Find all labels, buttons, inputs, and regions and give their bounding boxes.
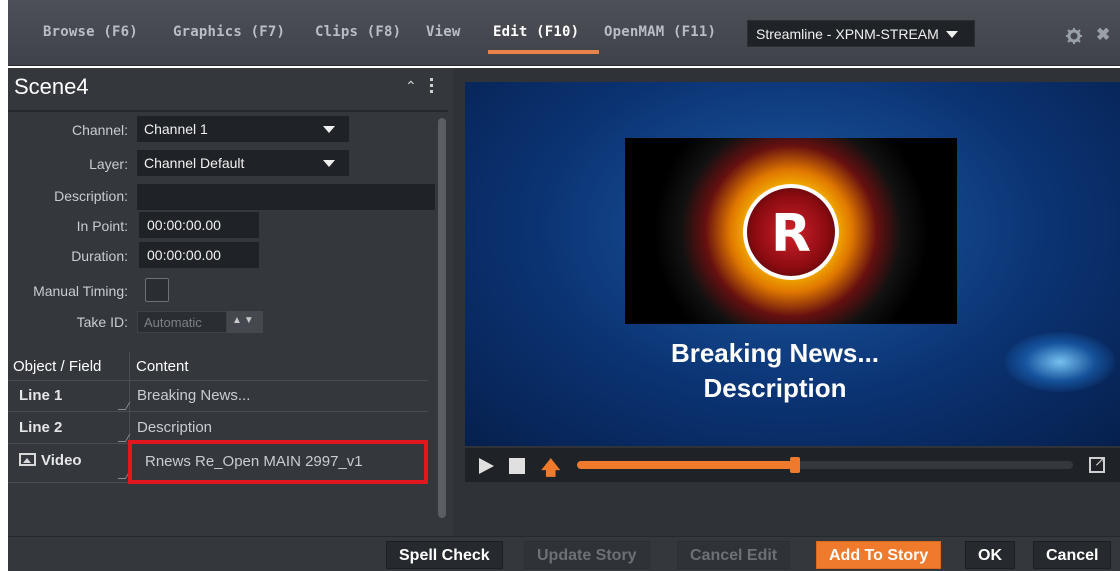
column-header-object-field: Object / Field (13, 358, 102, 375)
preview-transport-bar: 🡅 (465, 448, 1120, 482)
streamline-select[interactable]: Streamline - XPNM-STREAM (747, 20, 975, 47)
gear-icon[interactable] (1066, 28, 1082, 44)
chevron-down-icon (946, 31, 958, 38)
take-id-label: Take ID: (76, 314, 128, 330)
scene-title: Scene4 (14, 74, 89, 99)
channel-select-value: Channel 1 (144, 121, 208, 137)
kebab-menu-icon[interactable] (430, 78, 434, 94)
logo-letter: R (770, 204, 812, 264)
layer-select-value: Channel Default (144, 155, 245, 171)
tab-openmam[interactable]: OpenMAM (F11) (604, 24, 716, 40)
row-content-line2[interactable]: Description (137, 419, 212, 436)
description-label: Description: (54, 188, 128, 204)
tab-view[interactable]: View (426, 24, 461, 40)
row-divider (8, 411, 428, 412)
column-header-content: Content (136, 358, 189, 375)
row-content-line1[interactable]: Breaking News... (137, 387, 250, 404)
row-field-line1: Line 1 (19, 387, 63, 404)
active-tab-indicator (488, 50, 599, 54)
tab-edit[interactable]: Edit (F10) (493, 24, 579, 40)
duration-value: 00:00:00.00 (147, 247, 221, 263)
manual-timing-label: Manual Timing: (33, 283, 128, 299)
divider (8, 110, 448, 112)
timeline-scrubber[interactable] (790, 457, 801, 473)
duration-label: Duration: (71, 248, 128, 264)
timeline-track[interactable] (577, 457, 1073, 473)
row-field-line2: Line 2 (19, 419, 63, 436)
manual-timing-checkbox[interactable] (145, 278, 169, 302)
in-point-value: 00:00:00.00 (147, 217, 221, 233)
channel-label: Channel: (71, 122, 128, 138)
cancel-edit-button[interactable]: Cancel Edit (677, 541, 791, 569)
preview-image: R (625, 138, 957, 324)
cancel-button[interactable]: Cancel (1033, 541, 1112, 569)
chevron-down-icon (323, 160, 335, 167)
tab-graphics[interactable]: Graphics (F7) (173, 24, 285, 40)
in-point-label: In Point: (76, 218, 128, 234)
video-row-highlight (128, 440, 428, 484)
editor-main: Scene4 ⌃ Channel: Channel 1 Layer: Chann… (8, 68, 1120, 536)
duration-field[interactable]: 00:00:00.00 (139, 242, 259, 268)
in-point-field[interactable]: 00:00:00.00 (139, 212, 259, 238)
scene-panel: Scene4 ⌃ Channel: Channel 1 Layer: Chann… (8, 68, 453, 536)
row-divider (8, 380, 428, 381)
chevron-down-icon (323, 126, 335, 133)
graphic-preview: R Breaking News... Description (465, 82, 1120, 446)
row-field-video-label: Video (41, 452, 82, 469)
stop-icon[interactable] (509, 458, 525, 474)
popout-icon[interactable] (1089, 453, 1106, 473)
spell-check-button[interactable]: Spell Check (386, 541, 503, 569)
action-footer: Spell Check Update Story Cancel Edit Add… (8, 536, 1120, 571)
collapse-icon[interactable]: ⌃ (405, 78, 417, 95)
logo-emblem: R (743, 184, 839, 280)
description-field[interactable] (137, 184, 435, 210)
top-nav-inner: Browse (F6) Graphics (F7) Clips (F8) Vie… (8, 0, 1120, 66)
preview-line2: Description (703, 373, 847, 403)
layer-label: Layer: (89, 156, 128, 172)
top-nav-bar: Browse (F6) Graphics (F7) Clips (F8) Vie… (0, 0, 1120, 68)
take-id-field[interactable]: Automatic (137, 311, 227, 333)
image-icon (19, 453, 36, 466)
play-icon[interactable] (479, 458, 494, 474)
layer-select[interactable]: Channel Default (137, 150, 349, 176)
take-icon[interactable]: 🡅 (541, 454, 561, 486)
channel-select[interactable]: Channel 1 (137, 116, 349, 142)
tab-clips[interactable]: Clips (F8) (315, 24, 401, 40)
row-field-video: Video (19, 452, 82, 469)
ok-button[interactable]: OK (965, 541, 1015, 569)
close-icon[interactable]: ✖ (1096, 25, 1110, 45)
streamline-select-value: Streamline - XPNM-STREAM (756, 26, 939, 42)
timeline-progress (577, 461, 796, 469)
update-story-button[interactable]: Update Story (524, 541, 650, 569)
tab-browse[interactable]: Browse (F6) (43, 24, 138, 40)
scene-panel-scrollbar[interactable] (438, 118, 446, 518)
preview-line1: Breaking News... (670, 338, 880, 368)
add-to-story-button[interactable]: Add To Story (816, 541, 942, 569)
take-id-stepper[interactable]: ▲▼ (227, 311, 263, 333)
take-id-placeholder: Automatic (144, 315, 202, 330)
